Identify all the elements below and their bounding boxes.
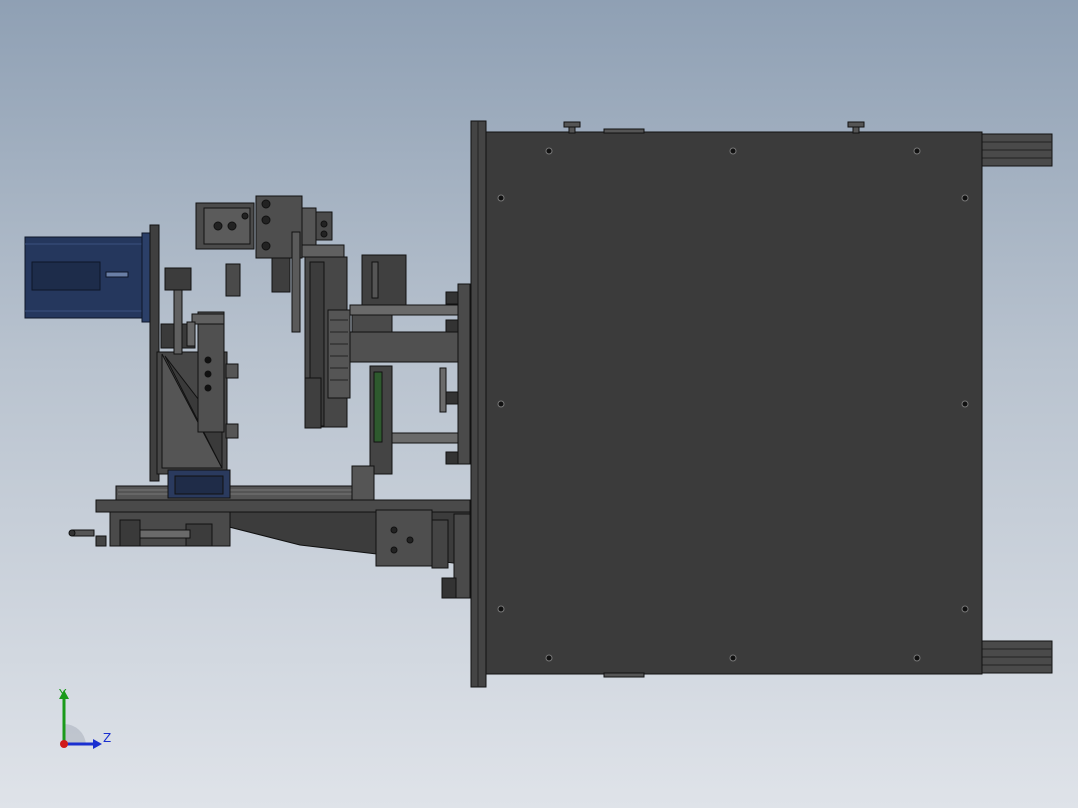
axis-triad: Y Z	[50, 686, 120, 756]
machine-assembly-model[interactable]	[0, 0, 1078, 808]
axis-y-label: Y	[59, 687, 67, 701]
cabinet-panel	[485, 131, 983, 675]
support-frame	[156, 263, 241, 475]
guide-rods	[349, 283, 471, 475]
base-slide[interactable]	[68, 465, 471, 599]
servo-motor[interactable]	[24, 224, 160, 482]
axis-z-label: Z	[103, 731, 112, 745]
cad-viewport[interactable]: Y Z	[0, 0, 1078, 808]
